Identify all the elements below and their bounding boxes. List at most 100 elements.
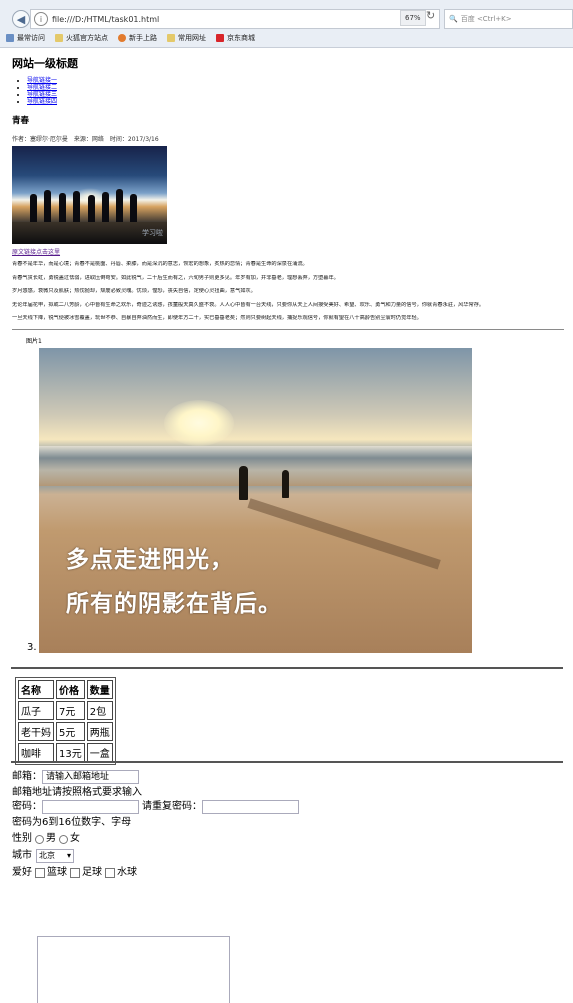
beach-photo: 多点走进阳光， 所有的阴影在背后。 <box>39 348 472 653</box>
shadow <box>247 498 441 570</box>
back-button[interactable]: ◀ <box>12 10 30 28</box>
gender-radio-female[interactable] <box>59 834 68 844</box>
bookmark-item[interactable]: 新手上路 <box>118 33 157 43</box>
nav-item: 导航链接二 <box>27 84 564 91</box>
search-box[interactable]: 🔍 百度 <Ctrl+K> <box>444 9 573 29</box>
dropdown-arrow-icon: ▾ <box>66 851 71 860</box>
article-paragraph: 岁月悠悠，衰微只及肌肤；热忱抛却，颓废必致灵魂。忧烦，惶恐，丧失自信，定使心灵扭… <box>12 288 256 294</box>
navigation-bar: ◀ i file:///D:/HTML/task01.html 67% ↻ 🔍 … <box>0 8 573 30</box>
table-cell: 两瓶 <box>86 722 113 741</box>
email-label: 邮箱： <box>12 771 42 782</box>
gender-radio-male[interactable] <box>35 834 44 844</box>
bookmark-label: 京东商城 <box>227 34 255 42</box>
article-paragraph: 无论年届花甲，拟或二八芳龄，心中皆有生命之欢乐，奇迹之诱惑，孩童般天真久盛不衰。… <box>12 301 485 308</box>
bookmark-item[interactable]: 京东商城 <box>216 33 255 43</box>
radio-label: 女 <box>70 833 80 844</box>
table-header: 价格 <box>56 680 85 699</box>
table-header: 数量 <box>86 680 113 699</box>
email-placeholder: 请输入邮箱地址 <box>46 772 110 782</box>
bookmark-label: 常用网址 <box>178 34 206 42</box>
firefox-icon <box>118 34 126 42</box>
watermark: 学习啦 <box>142 229 163 237</box>
password-hint: 密码为6到16位数字、字母 <box>12 817 132 828</box>
divider <box>12 328 564 330</box>
hobby-label: 爱好 <box>12 867 32 878</box>
table-cell: 一盒 <box>86 743 113 762</box>
bookmark-icon <box>6 34 14 42</box>
photo-caption-line2: 所有的阴影在背后。 <box>66 591 282 617</box>
source-link[interactable]: 原文链接点击这里 <box>12 247 564 256</box>
nav-item: 导航链接一 <box>27 77 564 84</box>
gender-row: 性别 男 女 <box>12 832 299 846</box>
email-hint: 邮箱地址请按照格式要求输入 <box>12 787 142 798</box>
confirm-label: 请重复密码： <box>142 801 202 812</box>
register-form: 邮箱： 请输入邮箱地址 邮箱地址请按照格式要求输入 密码： 请重复密码： 密码为… <box>12 770 299 1003</box>
bookmark-label: 火狐官方站点 <box>66 34 108 42</box>
address-text: file:///D:/HTML/task01.html <box>52 14 160 24</box>
nav-link[interactable]: 导航链接四 <box>27 98 57 105</box>
silhouette <box>59 193 66 224</box>
divider <box>11 761 563 763</box>
silhouette <box>73 191 80 224</box>
surfer-silhouette <box>239 466 248 500</box>
table-cell: 老干妈 <box>18 722 54 741</box>
bookmark-item[interactable]: 常用网址 <box>167 33 206 43</box>
bookmark-item[interactable]: 火狐官方站点 <box>55 33 108 43</box>
folder-icon <box>55 34 63 42</box>
nav-list: 导航链接一 导航链接二 导航链接三 导航链接四 <box>12 77 564 105</box>
hobby-checkbox-waterpolo[interactable] <box>105 868 115 878</box>
password-label: 密码： <box>12 801 42 812</box>
table-cell: 5元 <box>56 722 85 741</box>
info-icon: i <box>34 12 48 26</box>
article-paragraph: 青春气贯长虹，勇锐盖过怯弱，进取压倒苟安。如此锐气，二十后生而有之，六旬男子则更… <box>12 274 339 281</box>
address-bar[interactable]: i file:///D:/HTML/task01.html <box>30 9 440 29</box>
browser-chrome: ◀ i file:///D:/HTML/task01.html 67% ↻ 🔍 … <box>0 0 573 48</box>
zoom-indicator[interactable]: 67% <box>400 10 426 26</box>
city-select[interactable]: 北京 ▾ <box>36 849 74 863</box>
reload-icon[interactable]: ↻ <box>426 9 435 22</box>
table-row: 瓜子 7元 2包 <box>18 701 113 720</box>
hobby-checkbox-basketball[interactable] <box>35 868 45 878</box>
table-cell: 瓜子 <box>18 701 54 720</box>
silhouette <box>130 194 137 224</box>
bookmark-item[interactable]: 最常访问 <box>6 33 45 43</box>
gender-label: 性别 <box>12 833 32 844</box>
nav-item: 导航链接四 <box>27 98 564 105</box>
table-row: 老干妈 5元 两瓶 <box>18 722 113 741</box>
email-row: 邮箱： 请输入邮箱地址 <box>12 770 299 784</box>
sun-glow <box>164 400 234 446</box>
nav-item: 导航链接三 <box>27 91 564 98</box>
silhouette <box>30 194 37 224</box>
table-row: 咖啡 13元 一盒 <box>18 743 113 762</box>
hobby-checkbox-football[interactable] <box>70 868 80 878</box>
city-label: 城市 <box>12 850 32 861</box>
silhouette <box>44 190 51 224</box>
youth-photo: 学习啦 <box>12 146 167 244</box>
table-cell: 13元 <box>56 743 85 762</box>
confirm-password-field[interactable] <box>202 800 299 814</box>
table-header: 名称 <box>18 680 54 699</box>
city-value: 北京 <box>39 851 55 860</box>
page-content: 网站一级标题 导航链接一 导航链接二 导航链接三 导航链接四 青春 作者：塞缪尔… <box>11 50 564 1003</box>
nav-link[interactable]: 导航链接二 <box>27 84 57 91</box>
hobby-row: 爱好 篮球 足球 水球 <box>12 866 299 880</box>
bookmarks-bar: 最常访问 火狐官方站点 新手上路 常用网址 京东商城 <box>0 31 259 45</box>
folder-icon <box>167 34 175 42</box>
password-row: 密码： 请重复密码： <box>12 800 299 814</box>
password-field[interactable] <box>42 800 139 814</box>
nav-link[interactable]: 导航链接三 <box>27 91 57 98</box>
goods-table: 名称 价格 数量 瓜子 7元 2包 老干妈 5元 两瓶 咖啡 13元 一盒 <box>15 677 116 765</box>
article-meta: 作者：塞缪尔·厄尔曼 来源：网络 时间：2017/3/16 <box>12 136 159 143</box>
table-header-row: 名称 价格 数量 <box>18 680 113 699</box>
article-title: 青春 <box>12 116 30 126</box>
silhouette <box>88 195 95 224</box>
radio-label: 男 <box>46 833 56 844</box>
silhouette <box>116 189 123 224</box>
nav-link[interactable]: 导航链接一 <box>27 77 57 84</box>
divider <box>11 667 563 669</box>
comment-textarea[interactable] <box>37 936 230 1003</box>
search-placeholder: 百度 <Ctrl+K> <box>460 15 512 23</box>
email-field[interactable]: 请输入邮箱地址 <box>42 770 139 784</box>
table-cell: 2包 <box>86 701 113 720</box>
bookmark-label: 新手上路 <box>129 34 157 42</box>
